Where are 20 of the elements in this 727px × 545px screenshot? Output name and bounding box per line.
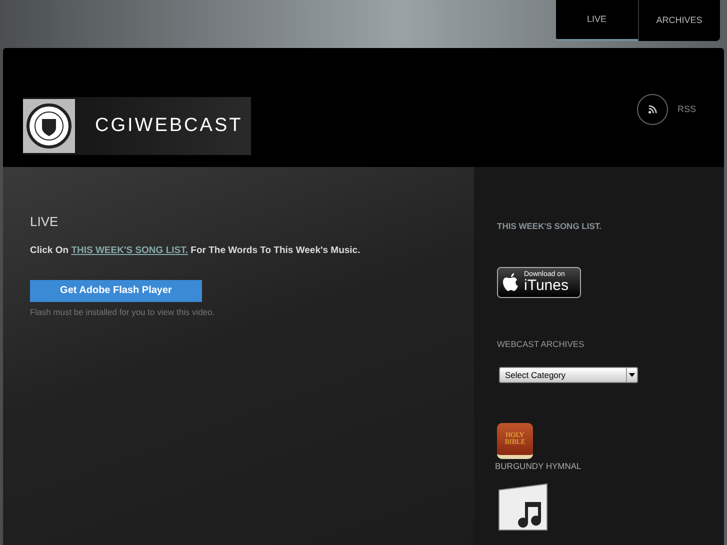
nav-tab[interactable]: LIVE xyxy=(556,0,638,41)
rss-link[interactable]: RSS xyxy=(677,102,696,116)
song-list-link[interactable]: THIS WEEK'S SONG LIST. xyxy=(497,220,724,233)
category-select[interactable]: Select Category xyxy=(499,366,638,382)
select-value: Select Category xyxy=(504,368,566,382)
logo-text: CGIWEBCAST xyxy=(95,114,243,138)
intro-text: Click On THIS WEEK'S SONG LIST. For The Words To This Week's Music. xyxy=(30,244,362,258)
apple-icon xyxy=(503,273,519,292)
flash-player-button[interactable]: Get Adobe Flash Player xyxy=(30,280,202,302)
hymnal-link[interactable]: BURGUNDY HYMNAL xyxy=(495,460,724,472)
itunes-label: iTunes xyxy=(524,278,568,294)
flash-note: Flash must be installed for you to view this video. xyxy=(30,306,216,318)
seal-icon xyxy=(23,99,75,153)
caret-icon xyxy=(626,368,637,382)
logo-banner[interactable]: CGIWEBCAST xyxy=(23,97,251,155)
song-list-link[interactable]: THIS WEEK'S SONG LIST. xyxy=(71,244,188,256)
nav-tab[interactable]: ARCHIVES xyxy=(638,0,720,41)
rss-icon[interactable] xyxy=(637,94,668,125)
archives-title: WEBCAST ARCHIVES xyxy=(497,338,586,350)
section-title: LIVE xyxy=(30,213,60,231)
